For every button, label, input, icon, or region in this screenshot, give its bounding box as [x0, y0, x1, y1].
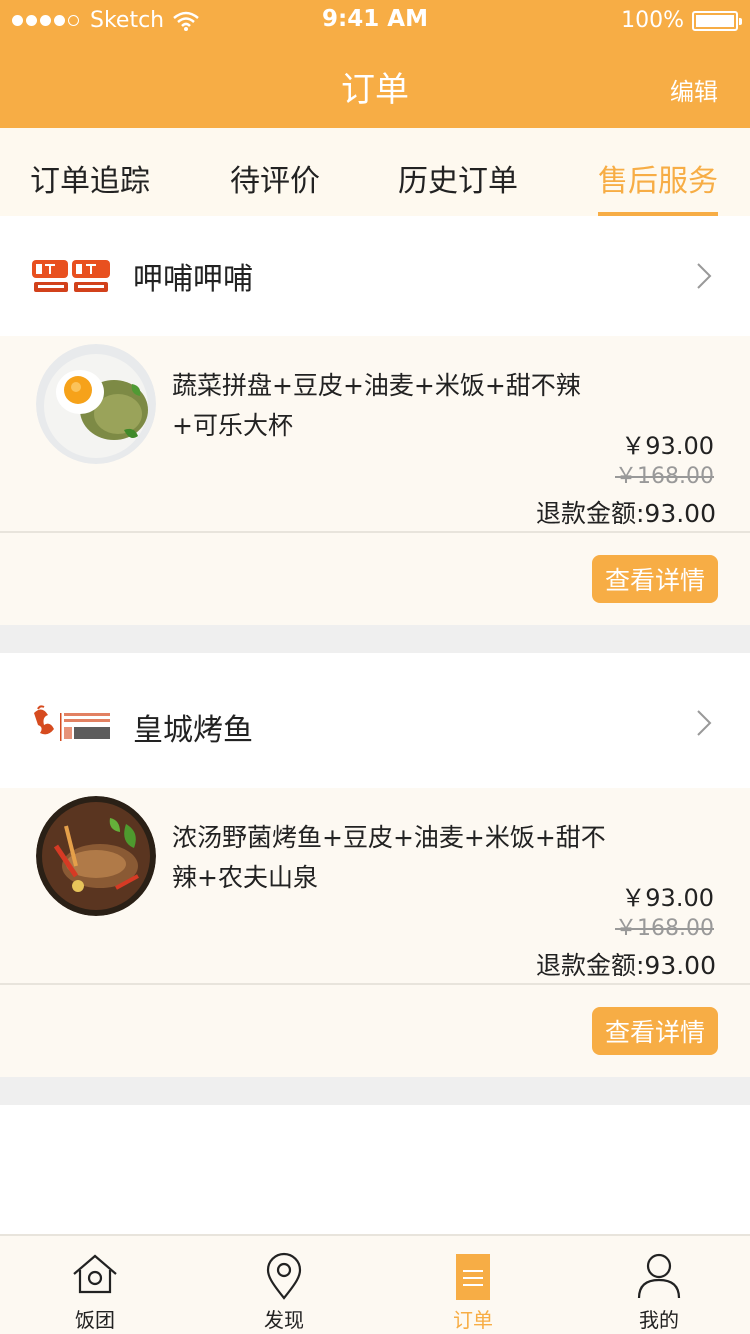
header: Sketch 9:41 AM 100% 订单 编辑 [0, 0, 750, 128]
order-card: 呷哺呷哺 蔬菜拼盘+豆皮+油麦+米饭+甜不辣+可乐大杯 ￥93.00 ￥168.… [0, 216, 750, 625]
order-item[interactable]: 蔬菜拼盘+豆皮+油麦+米饭+甜不辣+可乐大杯 ￥93.00 ￥168.00 退款… [0, 336, 750, 533]
page-title: 订单 [341, 70, 409, 110]
order-item[interactable]: 浓汤野菌烤鱼+豆皮+油麦+米饭+甜不辣+农夫山泉 ￥93.00 ￥168.00 … [0, 788, 750, 985]
section-divider [0, 1077, 750, 1105]
tab-order-tracking[interactable]: 订单追踪 [30, 156, 150, 200]
tabbar-item-orders[interactable]: 订单 [408, 1236, 538, 1334]
tab-order-history[interactable]: 历史订单 [398, 156, 518, 200]
tabbar-item-discover[interactable]: 发现 [219, 1236, 349, 1334]
edit-button[interactable]: 编辑 [670, 72, 718, 107]
chevron-right-icon[interactable] [696, 262, 712, 290]
item-price: ￥93.00 [621, 432, 714, 460]
fried-egg-dish-image [36, 344, 156, 464]
tabbar-label: 发现 [264, 1308, 304, 1332]
status-bar: Sketch 9:41 AM 100% [0, 0, 750, 40]
huangcheng-logo-icon [34, 705, 110, 741]
tab-pending-review[interactable]: 待评价 [230, 156, 320, 200]
order-actions: 查看详情 [0, 985, 750, 1077]
refund-amount: 退款金额:93.00 [536, 951, 716, 980]
store-name: 呷哺呷哺 [133, 262, 253, 297]
tab-after-sales[interactable]: 售后服务 [598, 156, 718, 200]
order-card: 皇城烤鱼 浓汤野菌烤鱼+豆皮+油麦+米饭+甜不辣+农夫山泉 ￥93.00 ￥16… [0, 653, 750, 1077]
xiabu-logo-icon [32, 260, 110, 292]
battery-icon [692, 10, 742, 31]
tabbar-item-profile[interactable]: 我的 [594, 1236, 724, 1334]
item-name: 蔬菜拼盘+豆皮+油麦+米饭+甜不辣+可乐大杯 [172, 371, 581, 440]
user-icon [637, 1253, 681, 1299]
order-tabs: 订单追踪 待评价 历史订单 售后服务 [0, 128, 750, 216]
chevron-right-icon[interactable] [696, 709, 712, 737]
order-actions: 查看详情 [0, 533, 750, 625]
status-right: 100% [621, 8, 742, 33]
section-divider [0, 625, 750, 653]
home-icon [73, 1254, 117, 1294]
store-row[interactable]: 皇城烤鱼 [0, 653, 750, 788]
store-row[interactable]: 呷哺呷哺 [0, 216, 750, 336]
refund-amount: 退款金额:93.00 [536, 499, 716, 528]
tabbar-label: 饭团 [75, 1308, 115, 1332]
tabbar-label: 订单 [453, 1308, 493, 1332]
battery-percent: 100% [621, 8, 684, 33]
original-price: ￥168.00 [615, 464, 714, 489]
location-pin-icon [266, 1252, 302, 1300]
view-details-button[interactable]: 查看详情 [592, 1007, 718, 1055]
order-list-icon [456, 1254, 490, 1300]
view-details-button[interactable]: 查看详情 [592, 555, 718, 603]
tabbar-label: 我的 [639, 1308, 679, 1332]
item-name: 浓汤野菌烤鱼+豆皮+油麦+米饭+甜不辣+农夫山泉 [172, 823, 606, 892]
bottom-tab-bar: 饭团 发现 订单 我的 [0, 1234, 750, 1334]
item-price: ￥93.00 [621, 884, 714, 912]
tabbar-item-home[interactable]: 饭团 [30, 1236, 160, 1334]
grilled-fish-image [36, 796, 156, 916]
original-price: ￥168.00 [615, 916, 714, 941]
store-name: 皇城烤鱼 [133, 713, 253, 748]
